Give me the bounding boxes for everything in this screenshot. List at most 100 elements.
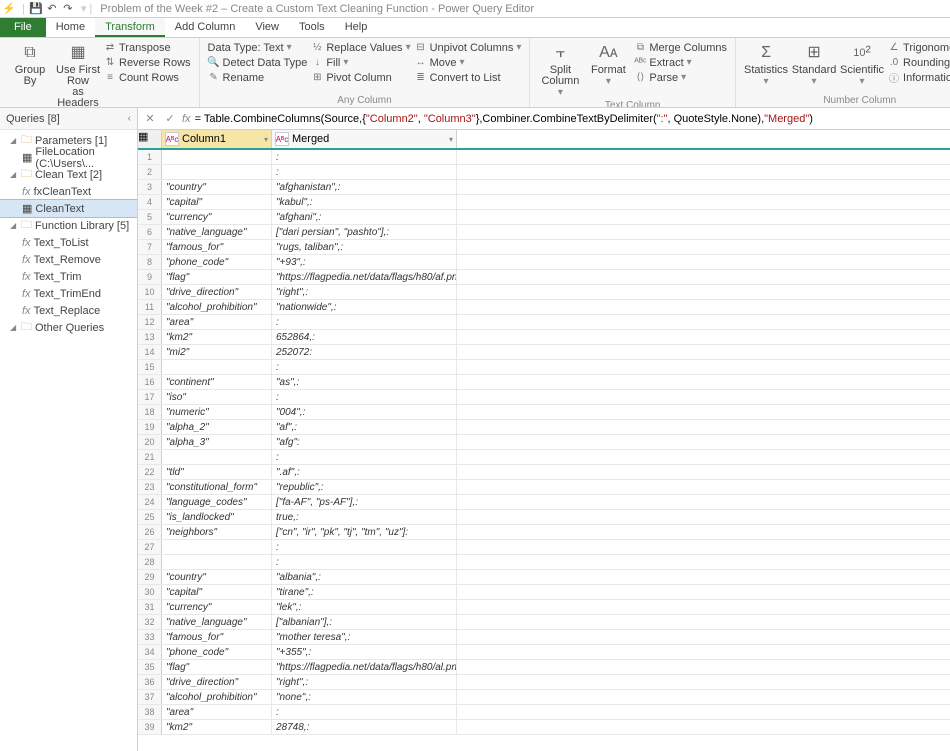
row-number[interactable]: 34 (138, 645, 162, 659)
cell-merged[interactable]: "mother teresa",: (272, 630, 457, 644)
row-number[interactable]: 17 (138, 390, 162, 404)
cell-merged[interactable]: : (272, 150, 457, 164)
row-number[interactable]: 14 (138, 345, 162, 359)
cell-column1[interactable]: "area" (162, 315, 272, 329)
cell-column1[interactable]: "famous_for" (162, 240, 272, 254)
information-button[interactable]: ⓘInformation ▾ (888, 70, 950, 85)
column-header-merged[interactable]: Aᴮc Merged ▾ (272, 130, 457, 148)
row-number[interactable]: 16 (138, 375, 162, 389)
cell-merged[interactable]: : (272, 555, 457, 569)
row-number[interactable]: 22 (138, 465, 162, 479)
row-number[interactable]: 35 (138, 660, 162, 674)
table-row[interactable]: 16"continent""as",: (138, 375, 950, 390)
table-row[interactable]: 19"alpha_2""af",: (138, 420, 950, 435)
cell-column1[interactable]: "country" (162, 180, 272, 194)
cell-column1[interactable]: "flag" (162, 270, 272, 284)
cell-column1[interactable]: "neighbors" (162, 525, 272, 539)
cell-column1[interactable]: "native_language" (162, 615, 272, 629)
pivot-column-button[interactable]: ⊞Pivot Column (311, 70, 410, 85)
table-row[interactable]: 30"capital""tirane",: (138, 585, 950, 600)
cell-merged[interactable]: : (272, 315, 457, 329)
cell-column1[interactable]: "native_language" (162, 225, 272, 239)
rounding-button[interactable]: .0Rounding ▾ (888, 55, 950, 70)
row-number[interactable]: 10 (138, 285, 162, 299)
table-row[interactable]: 2: (138, 165, 950, 180)
tab-add-column[interactable]: Add Column (165, 18, 246, 37)
unpivot-columns-button[interactable]: ⊟Unpivot Columns ▾ (415, 40, 522, 55)
row-number[interactable]: 19 (138, 420, 162, 434)
cell-column1[interactable]: "language_codes" (162, 495, 272, 509)
fx-icon[interactable]: fx (182, 113, 191, 125)
table-row[interactable]: 35"flag""https://flagpedia.net/data/flag… (138, 660, 950, 675)
cell-merged[interactable]: "+93",: (272, 255, 457, 269)
tab-file[interactable]: File (0, 18, 46, 37)
commit-formula-icon[interactable]: ✓ (162, 112, 178, 125)
parse-button[interactable]: ⟨⟩Parse ▾ (634, 70, 727, 85)
row-number[interactable]: 4 (138, 195, 162, 209)
cell-merged[interactable]: ["fa-AF", "ps-AF"],: (272, 495, 457, 509)
row-number[interactable]: 32 (138, 615, 162, 629)
table-row[interactable]: 17"iso": (138, 390, 950, 405)
cell-merged[interactable]: 252072: (272, 345, 457, 359)
use-first-row-button[interactable]: ▦ Use First Row as Headers ▾ (54, 40, 102, 108)
cell-merged[interactable]: "kabul",: (272, 195, 457, 209)
cell-merged[interactable]: "as",: (272, 375, 457, 389)
cell-merged[interactable]: "af",: (272, 420, 457, 434)
convert-to-list-button[interactable]: ≣Convert to List (415, 70, 522, 85)
row-number[interactable]: 9 (138, 270, 162, 284)
row-number[interactable]: 31 (138, 600, 162, 614)
extract-button[interactable]: ᴬᴮᶜExtract ▾ (634, 55, 727, 70)
cell-column1[interactable]: "mi2" (162, 345, 272, 359)
query-folder[interactable]: ◢🗀Function Library [5] (0, 217, 137, 234)
cell-column1[interactable]: "phone_code" (162, 645, 272, 659)
table-row[interactable]: 3"country""afghanistan",: (138, 180, 950, 195)
row-number[interactable]: 15 (138, 360, 162, 374)
tab-view[interactable]: View (245, 18, 289, 37)
row-number[interactable]: 29 (138, 570, 162, 584)
cell-column1[interactable] (162, 150, 272, 164)
cell-column1[interactable] (162, 360, 272, 374)
table-row[interactable]: 18"numeric""004",: (138, 405, 950, 420)
cell-column1[interactable]: "drive_direction" (162, 675, 272, 689)
move-button[interactable]: ↔Move ▾ (415, 55, 522, 70)
cell-column1[interactable] (162, 165, 272, 179)
type-text-icon[interactable]: Aᴮc (165, 132, 179, 146)
row-number[interactable]: 7 (138, 240, 162, 254)
query-item[interactable]: fxText_TrimEnd (0, 285, 137, 302)
cell-merged[interactable]: : (272, 705, 457, 719)
count-rows-button[interactable]: ≡Count Rows (104, 70, 191, 85)
cell-column1[interactable]: "continent" (162, 375, 272, 389)
cell-merged[interactable]: "afghani",: (272, 210, 457, 224)
table-row[interactable]: 28: (138, 555, 950, 570)
cell-merged[interactable]: "republic",: (272, 480, 457, 494)
row-number[interactable]: 1 (138, 150, 162, 164)
cell-column1[interactable] (162, 540, 272, 554)
cell-column1[interactable]: "capital" (162, 585, 272, 599)
tab-help[interactable]: Help (335, 18, 378, 37)
group-by-button[interactable]: ⧉ Group By (6, 40, 54, 89)
table-row[interactable]: 14"mi2"252072: (138, 345, 950, 360)
redo-icon[interactable]: ↷ (61, 2, 75, 16)
row-number[interactable]: 39 (138, 720, 162, 734)
table-row[interactable]: 20"alpha_3""afg": (138, 435, 950, 450)
row-number[interactable]: 26 (138, 525, 162, 539)
cell-column1[interactable]: "drive_direction" (162, 285, 272, 299)
table-row[interactable]: 22"tld"".af",: (138, 465, 950, 480)
table-row[interactable]: 11"alcohol_prohibition""nationwide",: (138, 300, 950, 315)
cell-merged[interactable]: 28748,: (272, 720, 457, 734)
cell-merged[interactable]: 652864,: (272, 330, 457, 344)
cell-merged[interactable]: ["dari persian", "pashto"],: (272, 225, 457, 239)
cell-merged[interactable]: true,: (272, 510, 457, 524)
row-number[interactable]: 36 (138, 675, 162, 689)
rename-button[interactable]: ✎Rename (208, 70, 308, 85)
cell-column1[interactable]: "country" (162, 570, 272, 584)
query-item[interactable]: ▦FileLocation (C:\Users\... (0, 149, 137, 166)
table-row[interactable]: 9"flag""https://flagpedia.net/data/flags… (138, 270, 950, 285)
cell-column1[interactable]: "phone_code" (162, 255, 272, 269)
row-number[interactable]: 12 (138, 315, 162, 329)
query-item[interactable]: fxText_Remove (0, 251, 137, 268)
format-button[interactable]: Aᴀ Format ▾ (584, 40, 632, 89)
reverse-rows-button[interactable]: ⇅Reverse Rows (104, 55, 191, 70)
detect-data-type-button[interactable]: 🔍Detect Data Type (208, 55, 308, 70)
cell-column1[interactable]: "numeric" (162, 405, 272, 419)
